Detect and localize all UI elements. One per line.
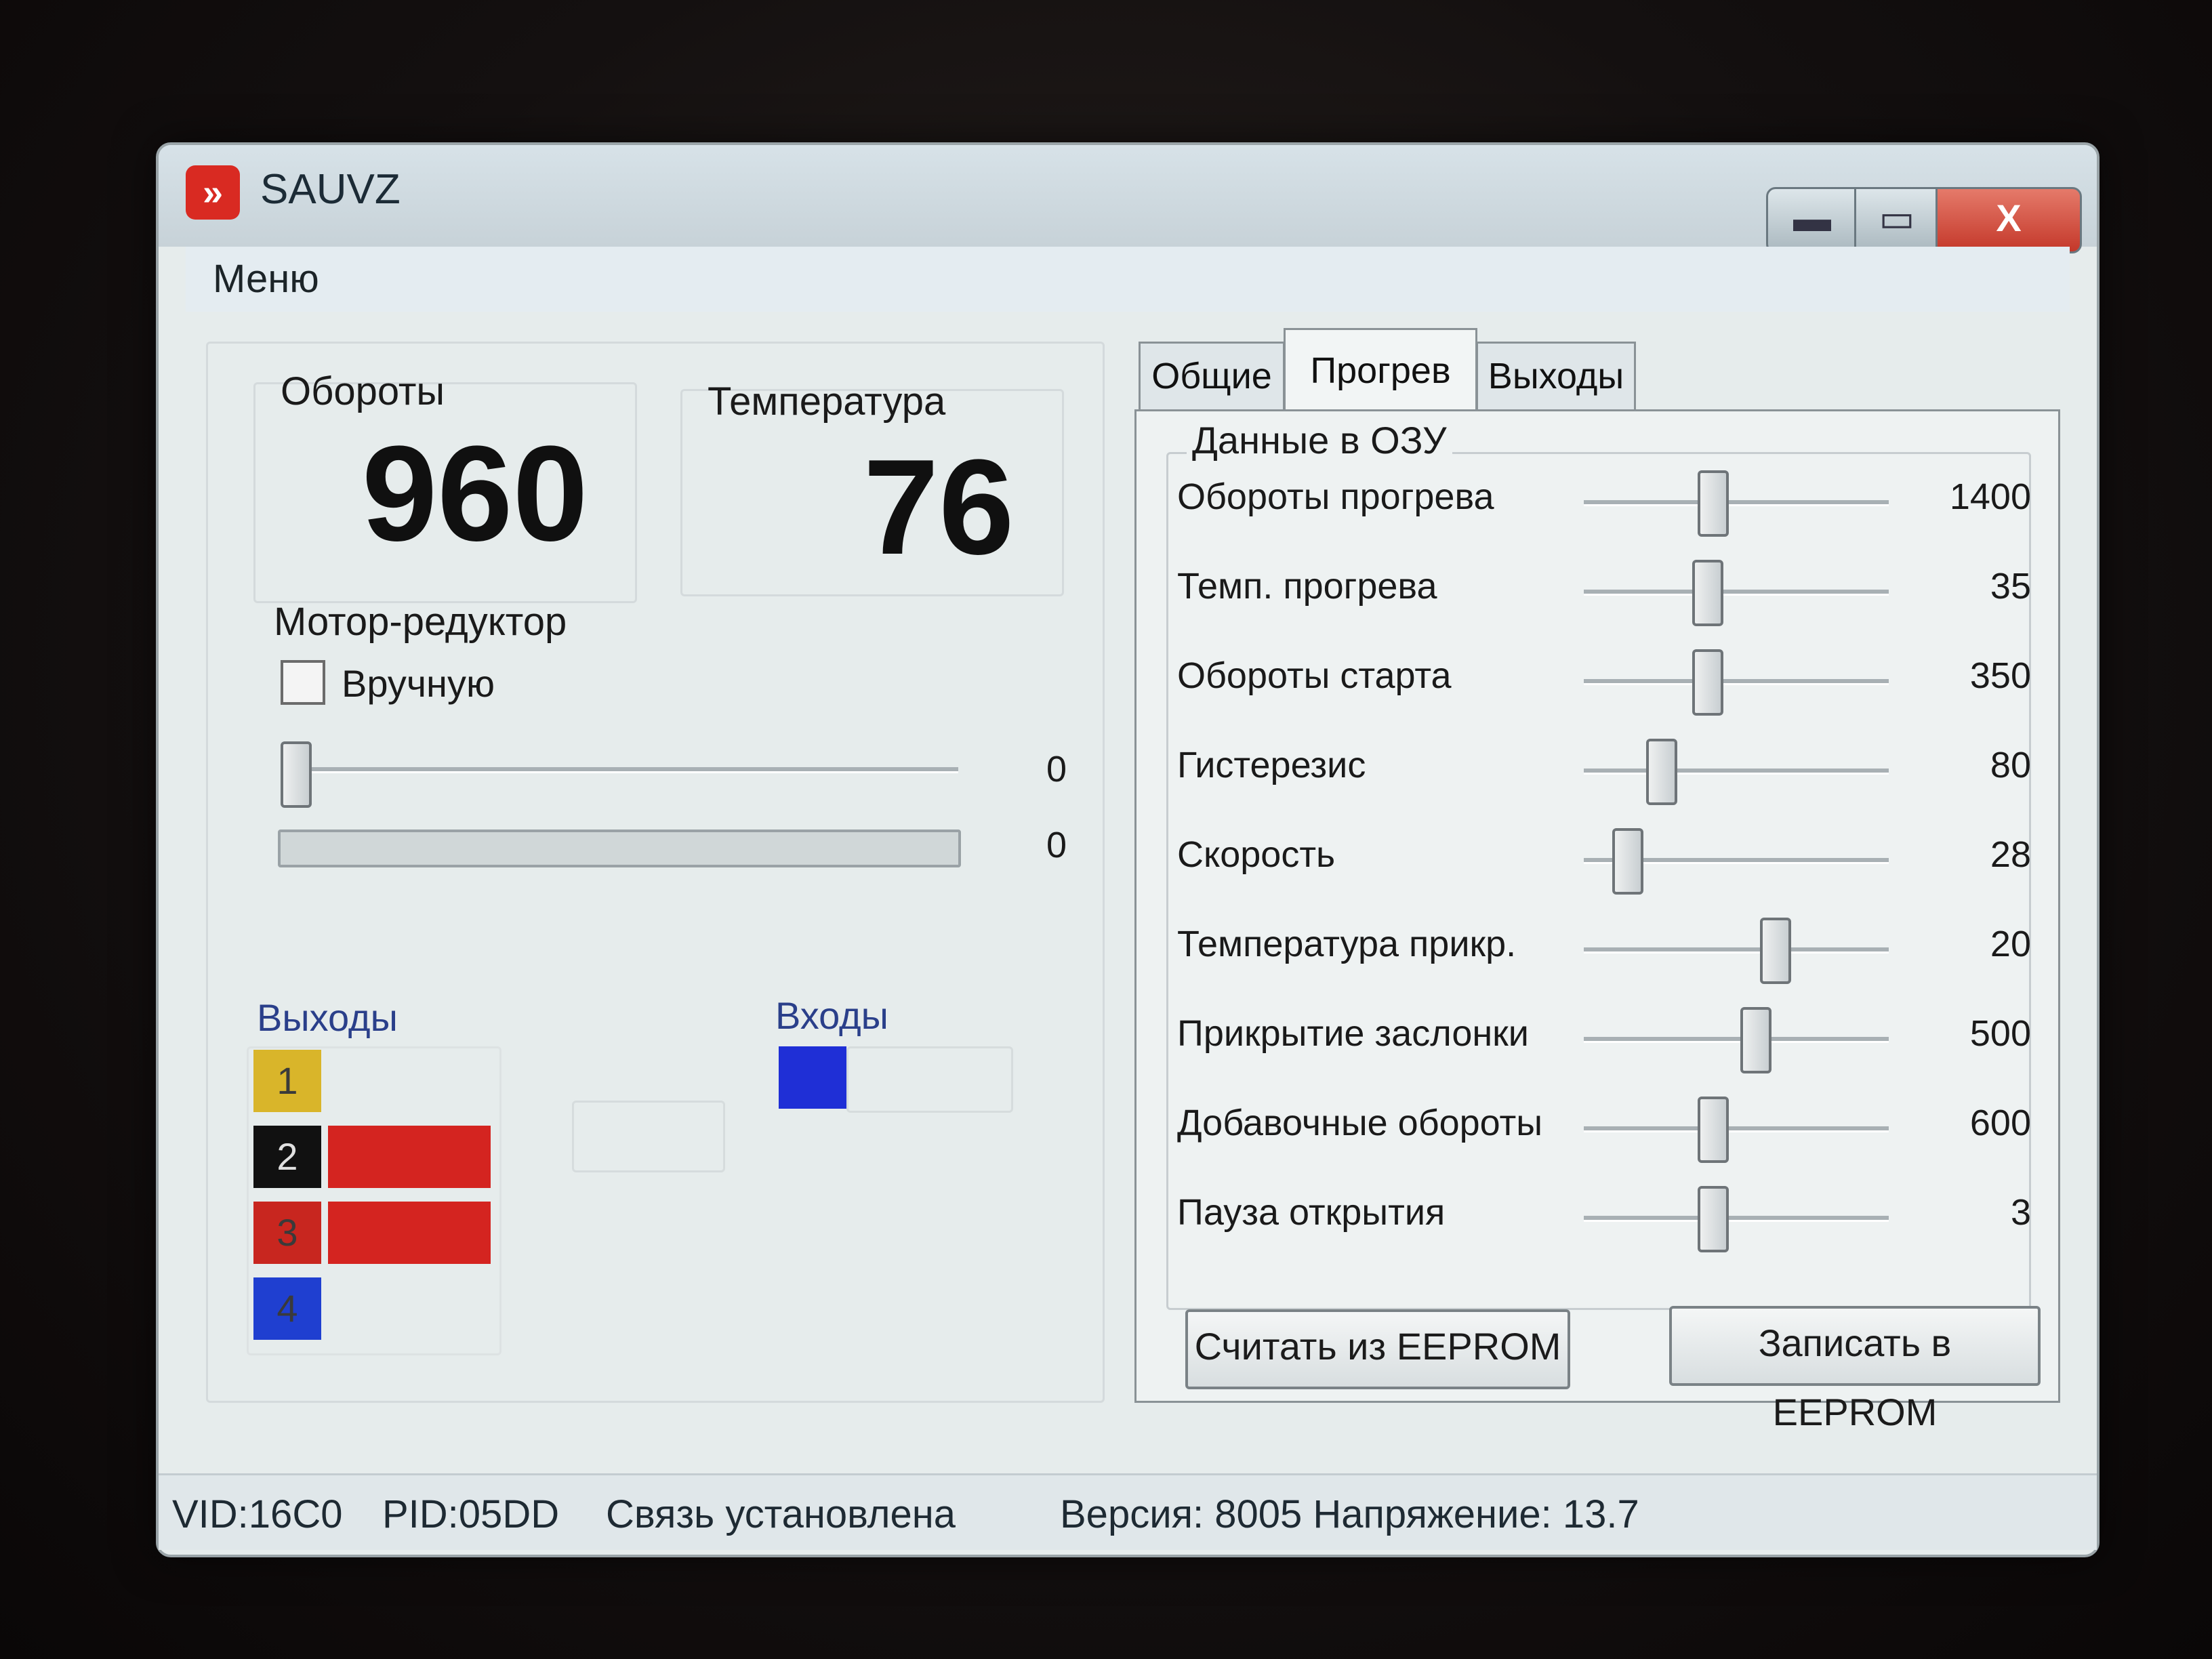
maximize-button[interactable]: ▭ [1854,187,1940,253]
param-value: 3 [2010,1192,2031,1233]
close-button[interactable]: X [1936,187,2082,253]
motor-slider-value: 0 [1046,749,1067,790]
param-label: Обороты старта [1177,655,1452,696]
param-slider-track[interactable] [1584,1037,1889,1043]
param-value: 28 [1990,834,2031,875]
write-eeprom-button[interactable]: Записать в EEPROM [1669,1306,2041,1433]
motor-progress-bar [278,830,961,867]
param-label: Температура прикр. [1177,924,1517,964]
param-label: Добавочные обороты [1177,1103,1543,1143]
param-value: 80 [1990,745,2031,785]
output-state-2 [328,1126,491,1188]
read-eeprom-button[interactable]: Считать из EEPROM [1185,1309,1570,1389]
output-state-1 [328,1050,491,1112]
param-label: Гистерезис [1177,745,1366,785]
param-label: Скорость [1177,834,1336,875]
manual-label: Вручную [342,662,495,705]
output-number-4: 4 [253,1277,321,1340]
param-slider-thumb[interactable] [1698,1186,1729,1252]
menu-bar: Меню [186,247,2070,312]
menu-item-menu[interactable]: Меню [213,256,319,302]
output-state-3 [328,1202,491,1264]
output-number-1: 1 [253,1050,321,1112]
inputs-field [846,1046,1013,1113]
warmup-tab-panel: Данные в ОЗУ Обороты прогрева 1400 Темп. п… [1134,409,2060,1433]
motor-slider-track[interactable] [281,767,958,773]
output-number-3: 3 [253,1202,321,1264]
param-slider-track[interactable] [1584,679,1889,685]
motor-progress-value: 0 [1046,825,1067,865]
param-slider-thumb[interactable] [1692,649,1723,716]
param-slider-thumb[interactable] [1612,828,1643,895]
rpm-value: 960 [362,418,588,569]
param-value: 600 [1969,1103,2031,1143]
param-slider-track[interactable] [1584,769,1889,775]
tab-general[interactable]: Общие [1139,342,1285,411]
param-slider-thumb[interactable] [1760,918,1792,984]
tab-warmup[interactable]: Прогрев [1284,328,1477,414]
input-indicator [779,1046,846,1109]
param-slider-track[interactable] [1584,1126,1889,1132]
param-slider-thumb[interactable] [1698,470,1729,537]
inputs-title: Входы [775,994,888,1037]
output-number-2: 2 [253,1126,321,1188]
param-value: 35 [1990,566,2031,607]
outputs-empty-field [572,1101,725,1172]
param-slider-thumb[interactable] [1740,1007,1771,1073]
param-value: 1400 [1949,476,2031,517]
outputs-title: Выходы [257,996,398,1039]
status-bar: VID:16C0 PID:05DD Связь установлена Верс… [159,1473,2097,1550]
motor-title: Мотор-редуктор [274,600,567,644]
rpm-label: Обороты [281,369,445,413]
param-value: 500 [1969,1013,2031,1054]
param-slider-track[interactable] [1584,590,1889,596]
status-version: Версия: 8005 Напряжение: 13.7 [1060,1492,1639,1536]
status-vid: VID:16C0 [172,1492,343,1536]
manual-checkbox[interactable] [281,660,325,705]
status-pid: PID:05DD [382,1492,560,1536]
output-state-4 [328,1277,491,1340]
motor-slider-thumb[interactable] [281,741,312,808]
title-bar[interactable]: » SAUVZ ▬ ▭ X [159,145,2097,253]
ram-section-title: Данные в ОЗУ [1187,418,1452,462]
param-value: 350 [1969,655,2031,696]
param-slider-track[interactable] [1584,500,1889,506]
window-title: SAUVZ [260,166,401,213]
param-slider-thumb[interactable] [1646,739,1678,805]
minimize-button[interactable]: ▬ [1766,187,1858,253]
param-label: Темп. прогрева [1177,566,1437,607]
param-label: Прикрытие заслонки [1177,1013,1529,1054]
app-logo-icon: » [186,165,240,220]
app-window: » SAUVZ ▬ ▭ X Меню Обороты 960 Температу… [156,142,2100,1557]
param-label: Обороты прогрева [1177,476,1494,517]
param-slider-thumb[interactable] [1692,560,1723,626]
temperature-value: 76 [863,432,1015,583]
param-slider-thumb[interactable] [1698,1097,1729,1163]
temperature-label: Температура [708,380,946,424]
status-connection: Связь установлена [606,1492,956,1536]
param-slider-track[interactable] [1584,1216,1889,1222]
param-slider-track[interactable] [1584,947,1889,954]
param-label: Пауза открытия [1177,1192,1446,1233]
tab-outputs[interactable]: Выходы [1476,342,1636,411]
param-value: 20 [1990,924,2031,964]
